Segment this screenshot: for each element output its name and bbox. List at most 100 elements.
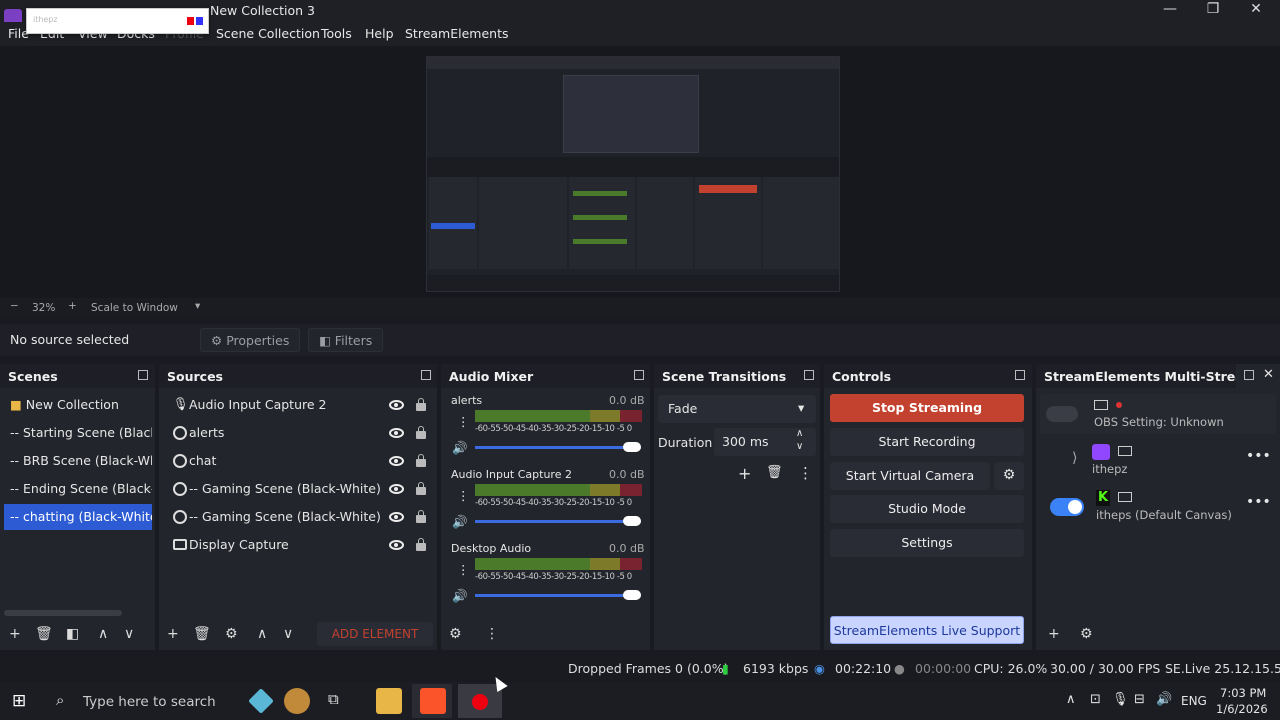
lock-icon[interactable] <box>416 482 426 495</box>
move-up-icon[interactable]: ∧ <box>257 626 267 642</box>
more-icon[interactable]: ••• <box>1246 494 1271 510</box>
spin-down-icon[interactable]: ∨ <box>796 441 803 452</box>
volume-slider[interactable] <box>475 520 641 523</box>
virtual-camera-settings-button[interactable]: ⚙ <box>994 462 1024 490</box>
undock-icon[interactable] <box>1015 370 1025 380</box>
search-icon[interactable]: ⌕ <box>56 691 64 709</box>
source-item[interactable]: 🎙 Audio Input Capture 2 <box>163 392 433 418</box>
speaker-icon[interactable]: 🔊 <box>452 514 468 530</box>
tray-icon[interactable]: ⊡ <box>1090 692 1101 707</box>
chevron-down-icon[interactable]: ▾ <box>195 300 200 312</box>
stop-streaming-button[interactable]: Stop Streaming <box>830 394 1024 422</box>
lock-icon[interactable] <box>416 398 426 411</box>
menu-tools[interactable]: Tools <box>321 26 352 41</box>
lock-icon[interactable] <box>416 454 426 467</box>
move-down-icon[interactable]: ∨ <box>124 626 134 642</box>
scene-item-selected[interactable]: -- chatting (Black-White) <box>4 504 152 530</box>
close-icon[interactable]: ✕ <box>1263 367 1274 382</box>
scene-item[interactable]: -- Starting Scene (Black-W <box>4 420 152 446</box>
horizontal-scrollbar[interactable] <box>4 610 122 616</box>
add-icon[interactable]: + <box>1048 626 1060 642</box>
windows-start-icon[interactable]: ⊞ <box>12 691 26 711</box>
clock-date[interactable]: 1/6/2026 <box>1216 702 1268 716</box>
trash-icon[interactable]: 🗑 <box>766 465 783 480</box>
duration-input[interactable]: 300 ms ∧ ∨ <box>714 428 816 456</box>
scene-item[interactable]: -- BRB Scene (Black-White <box>4 448 152 474</box>
taskbar-app-active[interactable] <box>412 684 452 718</box>
scene-filter-icon[interactable]: ◧ <box>66 626 79 642</box>
scene-item[interactable]: -- Ending Scene (Black-Wh <box>4 476 152 502</box>
transition-select[interactable]: Fade ▾ <box>658 395 816 423</box>
volume-knob[interactable] <box>623 442 641 452</box>
undock-icon[interactable] <box>1244 370 1254 380</box>
kebab-menu-icon[interactable]: ⋮ <box>457 414 470 429</box>
trash-icon[interactable]: 🗑 <box>193 626 211 642</box>
volume-knob[interactable] <box>623 516 641 526</box>
kebab-menu-icon[interactable]: ⋮ <box>457 488 470 503</box>
language-indicator[interactable]: ENG <box>1181 694 1207 708</box>
target-row[interactable]: K itheps (Default Canvas) ••• <box>1040 486 1276 526</box>
toggle-switch[interactable] <box>1050 498 1084 516</box>
zoom-out-icon[interactable]: − <box>10 300 19 312</box>
minimize-icon[interactable]: — <box>1158 1 1182 17</box>
live-support-button[interactable]: StreamElements Live Support <box>830 616 1024 644</box>
source-item[interactable]: alerts <box>163 420 433 446</box>
studio-mode-button[interactable]: Studio Mode <box>830 495 1024 523</box>
add-icon[interactable]: + <box>167 626 179 642</box>
gear-icon[interactable]: ⚙ <box>225 626 238 642</box>
microphone-icon[interactable]: 🎙 <box>1112 692 1129 707</box>
spin-up-icon[interactable]: ∧ <box>796 428 803 439</box>
target-row[interactable]: ⟩ ithepz ••• <box>1040 440 1276 480</box>
maximize-icon[interactable]: ❐ <box>1201 1 1225 17</box>
source-item[interactable]: -- Gaming Scene (Black-White) Fon <box>163 476 433 502</box>
widget-icon[interactable] <box>248 688 274 714</box>
toggle-switch[interactable] <box>1046 406 1078 422</box>
advanced-audio-icon[interactable]: ⚙ <box>449 626 462 642</box>
lock-icon[interactable] <box>416 538 426 551</box>
undock-icon[interactable] <box>421 370 431 380</box>
start-virtual-camera-button[interactable]: Start Virtual Camera <box>830 462 990 490</box>
gear-icon[interactable]: ⚙ <box>1080 626 1093 642</box>
file-explorer-icon[interactable] <box>376 688 402 714</box>
add-icon[interactable]: + <box>738 464 751 483</box>
scale-mode[interactable]: Scale to Window <box>91 302 178 314</box>
undock-icon[interactable] <box>804 370 814 380</box>
properties-button[interactable]: ⚙ Properties <box>200 328 301 352</box>
eye-icon[interactable] <box>389 400 404 410</box>
close-icon[interactable]: ✕ <box>1244 1 1268 17</box>
scene-item[interactable]: ■ New Collection <box>4 392 152 418</box>
stream-preview[interactable] <box>426 56 840 292</box>
network-icon[interactable]: ⊟ <box>1134 692 1145 707</box>
settings-button[interactable]: Settings <box>830 529 1024 557</box>
zoom-in-icon[interactable]: + <box>68 300 77 312</box>
move-down-icon[interactable]: ∨ <box>283 626 293 642</box>
lock-icon[interactable] <box>416 510 426 523</box>
speaker-icon[interactable]: 🔊 <box>452 440 468 456</box>
source-item[interactable]: Display Capture <box>163 532 433 558</box>
undock-icon[interactable] <box>634 370 644 380</box>
add-element-button[interactable]: ADD ELEMENT <box>317 622 433 646</box>
more-icon[interactable]: ••• <box>1246 448 1271 464</box>
speaker-icon[interactable]: 🔊 <box>452 588 468 604</box>
undock-icon[interactable] <box>138 370 148 380</box>
kebab-menu-icon[interactable]: ⋮ <box>798 464 813 482</box>
start-recording-button[interactable]: Start Recording <box>830 428 1024 456</box>
move-up-icon[interactable]: ∧ <box>98 626 108 642</box>
source-item[interactable]: chat <box>163 448 433 474</box>
trash-icon[interactable]: 🗑 <box>35 626 53 642</box>
volume-icon[interactable]: 🔊 <box>1156 692 1172 707</box>
source-item[interactable]: -- Gaming Scene (Black-White) Bac <box>163 504 433 530</box>
volume-slider[interactable] <box>475 594 641 597</box>
eye-icon[interactable] <box>389 512 404 522</box>
task-view-icon[interactable]: ⧉ <box>328 690 339 708</box>
eye-icon[interactable] <box>389 456 404 466</box>
menu-streamelements[interactable]: StreamElements <box>405 26 509 41</box>
add-icon[interactable]: + <box>9 626 21 642</box>
kebab-menu-icon[interactable]: ⋮ <box>485 626 499 642</box>
kebab-menu-icon[interactable]: ⋮ <box>457 562 470 577</box>
eye-icon[interactable] <box>389 540 404 550</box>
eye-icon[interactable] <box>389 428 404 438</box>
lock-icon[interactable] <box>416 426 426 439</box>
filters-button[interactable]: ◧ Filters <box>308 328 384 352</box>
weather-icon[interactable] <box>284 688 310 714</box>
